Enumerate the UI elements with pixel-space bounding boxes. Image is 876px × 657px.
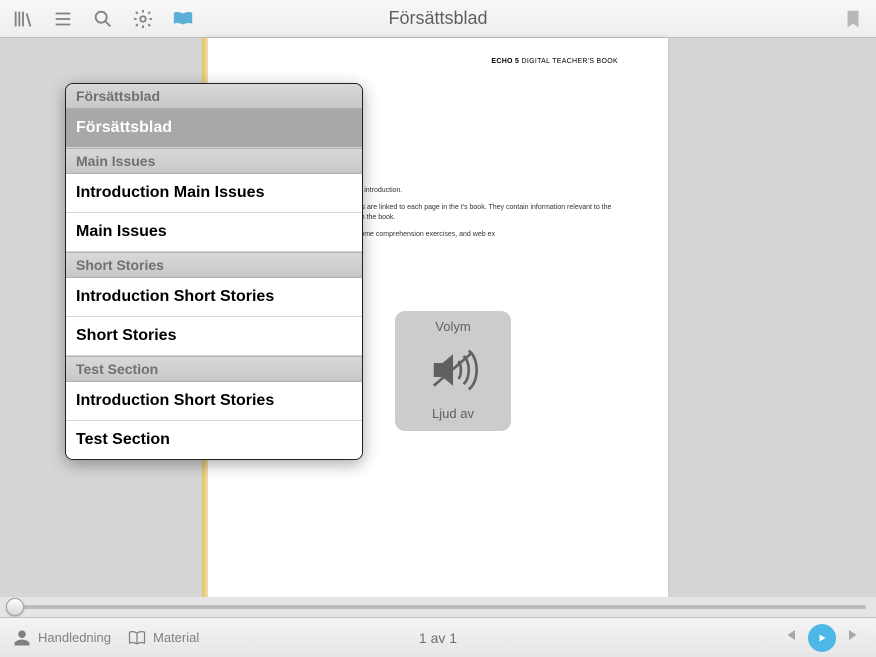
material-label: Material xyxy=(153,630,199,645)
volume-overlay: Volym Ljud av xyxy=(395,311,511,431)
toolbar-right-group xyxy=(840,6,866,32)
toc-item[interactable]: Introduction Main Issues xyxy=(66,174,362,213)
page-header-text: ECHO 5 DIGITAL TEACHER'S BOOK xyxy=(491,58,618,65)
toc-section-header: Test Section xyxy=(66,356,362,382)
muted-icon xyxy=(421,338,485,402)
toc-item[interactable]: Introduction Short Stories xyxy=(66,278,362,317)
toc-item[interactable]: Test Section xyxy=(66,421,362,459)
progress-slider-thumb[interactable] xyxy=(6,598,24,616)
gear-icon[interactable] xyxy=(130,6,156,32)
volume-title: Volym xyxy=(435,319,470,334)
toc-section-header: Main Issues xyxy=(66,148,362,174)
toc-item[interactable]: Försättsblad xyxy=(66,109,362,148)
toc-section-header: Försättsblad xyxy=(66,84,362,109)
toc-icon[interactable] xyxy=(50,6,76,32)
toc-item[interactable]: Introduction Short Stories xyxy=(66,382,362,421)
top-toolbar: Försättsblad xyxy=(0,0,876,38)
page-area: ECHO 5 DIGITAL TEACHER'S BOOK t work, pl… xyxy=(0,38,876,597)
toc-popover: Försättsblad Försättsblad Main Issues In… xyxy=(65,83,363,460)
progress-slider[interactable] xyxy=(10,605,866,609)
page-header-bold: ECHO 5 xyxy=(491,58,519,65)
page-header-rest: DIGITAL TEACHER'S BOOK xyxy=(519,58,618,65)
volume-status: Ljud av xyxy=(432,406,474,421)
book-open-icon[interactable] xyxy=(170,6,196,32)
toc-item[interactable]: Short Stories xyxy=(66,317,362,356)
bookmark-icon[interactable] xyxy=(840,6,866,32)
toc-item[interactable]: Main Issues xyxy=(66,213,362,252)
progress-slider-area xyxy=(0,597,876,617)
handledning-button[interactable]: Handledning xyxy=(12,628,111,648)
toc-section-header: Short Stories xyxy=(66,252,362,278)
bottom-left-group: Handledning Material xyxy=(12,628,199,648)
search-icon[interactable] xyxy=(90,6,116,32)
bottom-bar: Handledning Material 1 av 1 xyxy=(0,617,876,657)
skip-forward-button[interactable] xyxy=(844,625,864,650)
toolbar-left-group xyxy=(10,6,196,32)
play-button[interactable] xyxy=(808,624,836,652)
handledning-label: Handledning xyxy=(38,630,111,645)
library-icon[interactable] xyxy=(10,6,36,32)
skip-back-button[interactable] xyxy=(780,625,800,650)
material-button[interactable]: Material xyxy=(127,628,199,648)
bottom-right-group xyxy=(780,624,864,652)
